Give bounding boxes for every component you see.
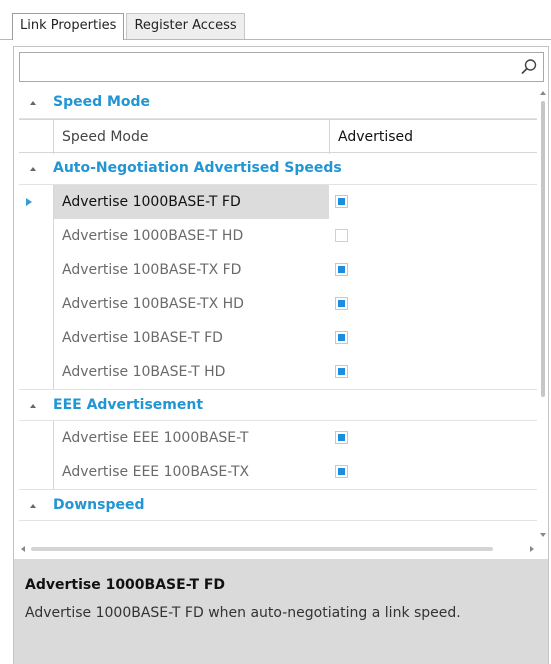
category-downspeed: Downspeed [19, 489, 537, 521]
speed-mode-value[interactable]: Advertised [329, 120, 537, 154]
property-row-1000base-t-fd[interactable]: Advertise 1000BASE-T FD [19, 185, 537, 219]
collapse-triangle-icon[interactable] [27, 500, 39, 512]
search-box [19, 52, 544, 82]
property-row-speed-mode[interactable]: Speed Mode Advertised [19, 119, 537, 154]
property-name: Advertise 10BASE-T FD [53, 321, 329, 355]
checkbox-eee-100base-tx[interactable] [335, 465, 348, 478]
category-title: EEE Advertisement [53, 397, 204, 413]
property-name: Advertise 1000BASE-T FD [53, 185, 329, 219]
property-row-1000base-t-hd[interactable]: Advertise 1000BASE-T HD [19, 219, 537, 253]
description-pane: Advertise 1000BASE-T FD Advertise 1000BA… [14, 559, 548, 664]
vertical-scroll-thumb[interactable] [541, 101, 545, 397]
property-name: Advertise 100BASE-TX FD [53, 253, 329, 287]
property-name: Advertise EEE 100BASE-TX [53, 455, 329, 489]
vertical-scrollbar[interactable] [538, 87, 548, 543]
checkbox-eee-1000base-t[interactable] [335, 431, 348, 444]
property-row-100base-tx-fd[interactable]: Advertise 100BASE-TX FD [19, 253, 537, 287]
collapse-triangle-icon[interactable] [27, 400, 39, 412]
property-grid: Speed Mode Speed Mode Advertised Auto-Ne… [19, 87, 537, 543]
property-name: Advertise 100BASE-TX HD [53, 287, 329, 321]
checkbox-1000base-t-fd[interactable] [335, 195, 348, 208]
property-row-eee-100base-tx[interactable]: Advertise EEE 100BASE-TX [19, 455, 537, 489]
search-icon[interactable] [520, 58, 538, 76]
category-title: Auto-Negotiation Advertised Speeds [53, 160, 342, 176]
checkbox-10base-t-fd[interactable] [335, 331, 348, 344]
checkbox-100base-tx-fd[interactable] [335, 263, 348, 276]
row-selector-icon [26, 198, 32, 206]
scroll-down-arrow-icon[interactable] [539, 531, 547, 539]
tab-strip: Link Properties Register Access [12, 13, 245, 40]
property-row-10base-t-hd[interactable]: Advertise 10BASE-T HD [19, 355, 537, 389]
property-row-100base-tx-hd[interactable]: Advertise 100BASE-TX HD [19, 287, 537, 321]
property-name: Advertise 1000BASE-T HD [53, 219, 329, 253]
category-eee-advertisement: EEE Advertisement [19, 389, 537, 421]
category-auto-negotiation: Auto-Negotiation Advertised Speeds [19, 153, 537, 185]
category-title: Speed Mode [53, 94, 151, 110]
scroll-left-arrow-icon[interactable] [19, 545, 27, 553]
description-title: Advertise 1000BASE-T FD [25, 577, 226, 593]
checkbox-10base-t-hd[interactable] [335, 365, 348, 378]
property-name: Speed Mode [53, 120, 329, 154]
category-title: Downspeed [53, 497, 145, 513]
checkbox-100base-tx-hd[interactable] [335, 297, 348, 310]
tab-link-properties[interactable]: Link Properties [12, 13, 125, 40]
tab-register-access[interactable]: Register Access [126, 13, 245, 39]
collapse-triangle-icon[interactable] [27, 97, 39, 109]
property-row-eee-1000base-t[interactable]: Advertise EEE 1000BASE-T [19, 421, 537, 455]
category-speed-mode: Speed Mode [19, 87, 537, 119]
property-row-10base-t-fd[interactable]: Advertise 10BASE-T FD [19, 321, 537, 355]
scroll-right-arrow-icon[interactable] [528, 545, 536, 553]
scroll-up-arrow-icon[interactable] [539, 89, 547, 97]
property-name: Advertise EEE 1000BASE-T [53, 421, 329, 455]
collapse-triangle-icon[interactable] [27, 163, 39, 175]
property-panel: Speed Mode Speed Mode Advertised Auto-Ne… [13, 46, 549, 664]
horizontal-scroll-thumb[interactable] [31, 547, 493, 551]
property-name: Advertise 10BASE-T HD [53, 355, 329, 389]
description-text: Advertise 1000BASE-T FD when auto-negoti… [25, 605, 461, 621]
search-input[interactable] [20, 53, 510, 81]
checkbox-1000base-t-hd[interactable] [335, 229, 348, 242]
horizontal-scrollbar[interactable] [19, 543, 544, 555]
